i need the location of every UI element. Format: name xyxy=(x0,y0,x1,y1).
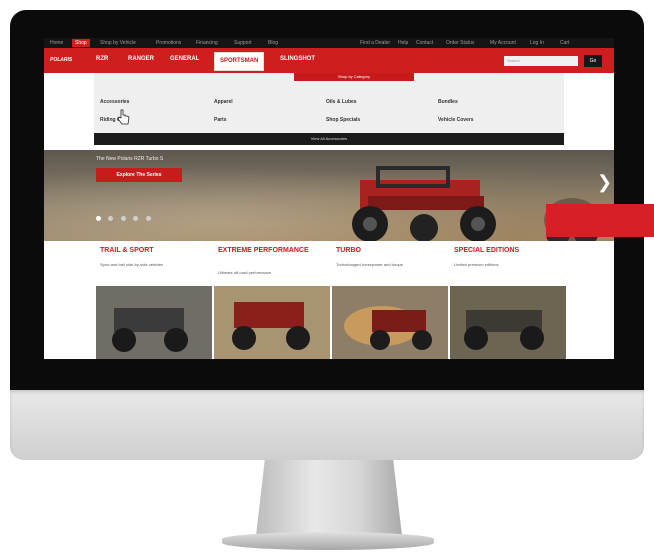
mega-menu-link[interactable]: Shop Specials xyxy=(326,117,360,123)
mega-menu-link[interactable]: Oils & Lubes xyxy=(326,99,357,105)
category-card-extreme-performance[interactable]: EXTREME PERFORMANCE Ultimate off-road pe… xyxy=(214,244,330,359)
monitor-stand-base xyxy=(222,532,434,550)
main-navbar: POLARIS RZR RANGER GENERAL SPORTSMAN SLI… xyxy=(44,48,614,73)
category-image xyxy=(450,286,566,359)
carousel-dot[interactable] xyxy=(145,216,151,221)
mega-menu-title: Shop by Category xyxy=(294,73,414,81)
hand-cursor-icon xyxy=(117,109,130,125)
topnav-item-promotions[interactable]: Promotions xyxy=(156,40,181,46)
brand-logo[interactable]: POLARIS xyxy=(50,57,72,63)
category-image xyxy=(96,286,212,359)
mega-menu-link[interactable]: Vehicle Covers xyxy=(438,117,474,123)
mega-menu-link[interactable]: Bundles xyxy=(438,99,458,105)
hero-vehicle-image xyxy=(352,166,496,242)
topnav-order-status[interactable]: Order Status xyxy=(446,40,474,46)
category-subtitle: Ultimate off-road performance xyxy=(218,270,272,275)
carousel-dot[interactable] xyxy=(120,216,126,221)
topnav-cart[interactable]: Cart xyxy=(560,40,569,46)
view-all-button[interactable]: View All Accessories xyxy=(94,133,564,145)
monitor-stand-neck xyxy=(256,460,402,536)
carousel-dots xyxy=(96,208,154,226)
topnav-item-home[interactable]: Home xyxy=(50,40,63,46)
nav-item-rzr[interactable]: RZR xyxy=(96,56,108,62)
topnav-item-shop-by-vehicle[interactable]: Shop by Vehicle xyxy=(100,40,136,46)
chevron-right-icon[interactable]: ❯ xyxy=(597,172,612,193)
nav-item-general[interactable]: GENERAL xyxy=(170,56,199,62)
topnav-find-dealer[interactable]: Find a Dealer xyxy=(360,40,390,46)
category-image xyxy=(332,286,448,359)
topnav-item-support[interactable]: Support xyxy=(234,40,252,46)
red-accent-tab xyxy=(546,204,654,237)
carousel-dot[interactable] xyxy=(133,216,139,221)
category-subtitle: Sport and trail side-by-side vehicles xyxy=(100,262,164,267)
nav-item-sportsman[interactable]: SPORTSMAN xyxy=(214,52,265,71)
category-subtitle: Limited premium editions xyxy=(454,262,499,267)
monitor-screen: Home Shop Shop by Vehicle Promotions Fin… xyxy=(44,38,614,359)
carousel-dot[interactable] xyxy=(108,216,114,221)
mega-menu-link[interactable]: Accessories xyxy=(100,99,129,105)
search-button[interactable]: Go xyxy=(584,55,602,67)
category-subtitle: Turbocharged horsepower and torque xyxy=(336,262,404,267)
mega-menu-link[interactable]: Apparel xyxy=(214,99,233,105)
topnav-help[interactable]: Help xyxy=(398,40,408,46)
category-card-turbo[interactable]: TURBO Turbocharged horsepower and torque xyxy=(332,244,448,359)
category-title: TRAIL & SPORT xyxy=(100,247,154,254)
topnav-my-account[interactable]: My Account xyxy=(490,40,516,46)
category-title: TURBO xyxy=(336,247,361,254)
nav-item-ranger[interactable]: RANGER xyxy=(128,56,154,62)
category-image xyxy=(214,286,330,359)
monitor-chin xyxy=(10,390,644,460)
category-card-special-editions[interactable]: SPECIAL EDITIONS Limited premium edition… xyxy=(450,244,566,359)
mega-menu-link[interactable]: Parts xyxy=(214,117,227,123)
topnav-item-blog[interactable]: Blog xyxy=(268,40,278,46)
hero-cta-button[interactable]: Explore The Series xyxy=(96,168,182,182)
top-utility-nav: Home Shop Shop by Vehicle Promotions Fin… xyxy=(44,38,614,48)
mega-menu-dropdown: Shop by Category Accessories Riding Gear… xyxy=(94,73,564,145)
topnav-item-shop[interactable]: Shop xyxy=(72,39,90,47)
hero-headline: The New Polaris RZR Turbo S xyxy=(96,156,164,162)
search-input[interactable]: Search xyxy=(504,56,578,66)
topnav-item-financing[interactable]: Financing xyxy=(196,40,218,46)
carousel-dot[interactable] xyxy=(96,216,101,221)
category-title: SPECIAL EDITIONS xyxy=(454,247,520,254)
topnav-contact[interactable]: Contact xyxy=(416,40,433,46)
category-card-trail-sport[interactable]: TRAIL & SPORT Sport and trail side-by-si… xyxy=(96,244,212,359)
nav-item-slingshot[interactable]: SLINGSHOT xyxy=(280,56,315,62)
topnav-login[interactable]: Log In xyxy=(530,40,544,46)
category-title: EXTREME PERFORMANCE xyxy=(218,247,309,254)
